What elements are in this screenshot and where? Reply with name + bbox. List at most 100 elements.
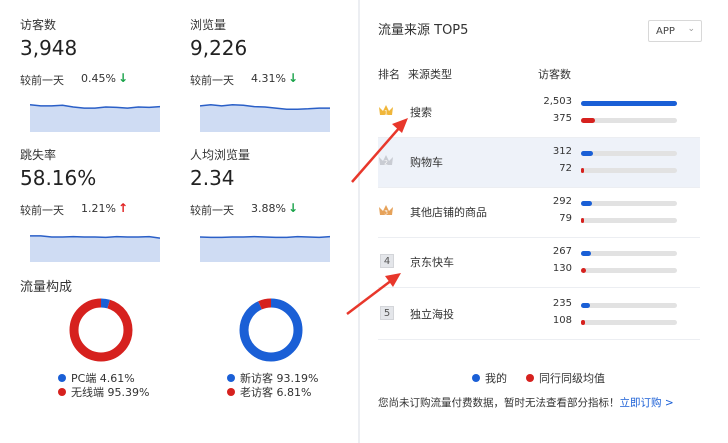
blue-dot-icon	[472, 374, 480, 382]
peer-bar	[581, 320, 586, 325]
sparkline-chart	[200, 104, 330, 132]
red-dot-icon	[227, 388, 235, 396]
peer-value: 108	[552, 315, 572, 326]
crown-medal-icon: 1	[379, 105, 393, 117]
sparkline-area	[200, 236, 330, 262]
visitor-donut-chart	[239, 298, 303, 362]
source-name: 京东快车	[410, 256, 454, 269]
blue-dot-icon	[227, 374, 235, 382]
peer-bar	[581, 268, 586, 273]
blue-dot-icon	[58, 374, 66, 382]
legend-wireless-text: 无线端 95.39%	[71, 386, 150, 399]
rank-number: 2	[384, 160, 388, 167]
source-row[interactable]: 2 购物车 312 72	[378, 138, 700, 188]
sparkline-area	[30, 104, 160, 132]
compare-value: 0.45%	[81, 72, 116, 85]
legend-wireless: 无线端 95.39%	[58, 384, 149, 400]
legend-mine-text: 我的	[485, 372, 507, 385]
peer-bar-track	[581, 320, 677, 325]
subscription-notice: 您尚未订购流量付费数据，暂时无法查看部分指标！立即订购 >	[378, 395, 674, 410]
metrics-panel: 访客数 3,948 较前一天 0.45% ↓ 浏览量 9,226 较前一天 4.…	[0, 0, 358, 443]
metric-value: 3,948	[20, 36, 78, 60]
legend-old-visitor: 老访客 6.81%	[227, 384, 311, 400]
metric-value: 2.34	[190, 166, 235, 190]
mine-value: 312	[552, 146, 572, 157]
peer-bar	[581, 168, 584, 173]
platform-select-value: APP	[656, 25, 675, 37]
metric-label: 跳失率	[20, 148, 57, 162]
sources-panel: 流量来源 TOP5 APP ⌄ 排名 来源类型 访客数 1 搜索 2,503 3…	[360, 0, 728, 443]
header-rank: 排名	[378, 68, 400, 81]
trend-up-icon: ↑	[118, 201, 129, 215]
peer-value: 72	[559, 163, 572, 174]
mine-value: 267	[552, 246, 572, 257]
trend-down-icon: ↓	[288, 201, 299, 215]
peer-bar-track	[581, 118, 677, 123]
mine-bar-track	[581, 251, 677, 256]
mine-bar-track	[581, 201, 677, 206]
compare-label: 较前一天	[20, 204, 64, 217]
rank-badge: 5	[380, 306, 394, 320]
legend-peer-text: 同行同级均值	[539, 372, 605, 385]
mine-bar	[581, 101, 677, 106]
mine-bar-track	[581, 101, 677, 106]
source-name: 购物车	[410, 156, 443, 169]
mine-value: 292	[552, 196, 572, 207]
source-row[interactable]: 1 搜索 2,503 375	[378, 88, 700, 138]
rank-number: 3	[384, 210, 388, 217]
sources-title: 流量来源 TOP5	[378, 23, 469, 38]
compare-label: 较前一天	[190, 74, 234, 87]
mine-value: 235	[552, 298, 572, 309]
metric-label: 浏览量	[190, 18, 227, 32]
peer-bar-track	[581, 268, 677, 273]
crown-medal-icon: 3	[379, 205, 393, 217]
peer-bar-track	[581, 218, 677, 223]
mine-bar-track	[581, 151, 677, 156]
metric-value: 9,226	[190, 36, 248, 60]
red-dot-icon	[526, 374, 534, 382]
chevron-down-icon: ⌄	[687, 24, 695, 34]
source-row[interactable]: 4 京东快车 267 130	[378, 238, 700, 288]
compare-label: 较前一天	[20, 74, 64, 87]
platform-select[interactable]: APP ⌄	[648, 20, 702, 42]
crown-medal-icon: 2	[379, 155, 393, 167]
composition-title: 流量构成	[20, 280, 73, 295]
mine-value: 2,503	[543, 96, 572, 107]
peer-value: 130	[552, 263, 572, 274]
source-row[interactable]: 3 其他店铺的商品 292 79	[378, 188, 700, 238]
source-name: 其他店铺的商品	[410, 206, 487, 219]
sparkline-line	[200, 235, 330, 239]
header-visitors: 访客数	[538, 68, 571, 81]
mine-bar	[581, 201, 593, 206]
compare-value: 1.21%	[81, 202, 116, 215]
legend-old-visitor-text: 老访客 6.81%	[240, 386, 312, 399]
peer-bar	[581, 218, 585, 223]
legend-mine: 我的	[472, 370, 507, 386]
peer-value: 79	[559, 213, 572, 224]
metric-label: 访客数	[20, 18, 57, 32]
compare-label: 较前一天	[190, 204, 234, 217]
metric-label: 人均浏览量	[190, 148, 251, 162]
device-donut-chart	[69, 298, 133, 362]
mine-bar	[581, 251, 592, 256]
header-type: 来源类型	[408, 68, 452, 81]
sparkline-chart	[30, 235, 160, 262]
sparkline-area	[30, 235, 160, 262]
source-row[interactable]: 5 独立海投 235 108	[378, 290, 700, 340]
peer-bar	[581, 118, 596, 123]
notice-text: 您尚未订购流量付费数据，暂时无法查看部分指标！	[378, 397, 620, 409]
mine-bar	[581, 303, 590, 308]
mine-bar	[581, 151, 593, 156]
donut-segment	[69, 298, 133, 362]
compare-value: 4.31%	[251, 72, 286, 85]
legend-peer: 同行同级均值	[526, 370, 605, 386]
rank-badge: 4	[380, 254, 394, 268]
sparkline-chart	[200, 235, 330, 262]
source-name: 独立海投	[410, 308, 454, 321]
source-name: 搜索	[410, 106, 432, 119]
subscribe-link[interactable]: 立即订购 >	[620, 397, 674, 409]
red-dot-icon	[58, 388, 66, 396]
trend-down-icon: ↓	[288, 71, 299, 85]
trend-down-icon: ↓	[118, 71, 129, 85]
donut-segment	[239, 298, 303, 362]
